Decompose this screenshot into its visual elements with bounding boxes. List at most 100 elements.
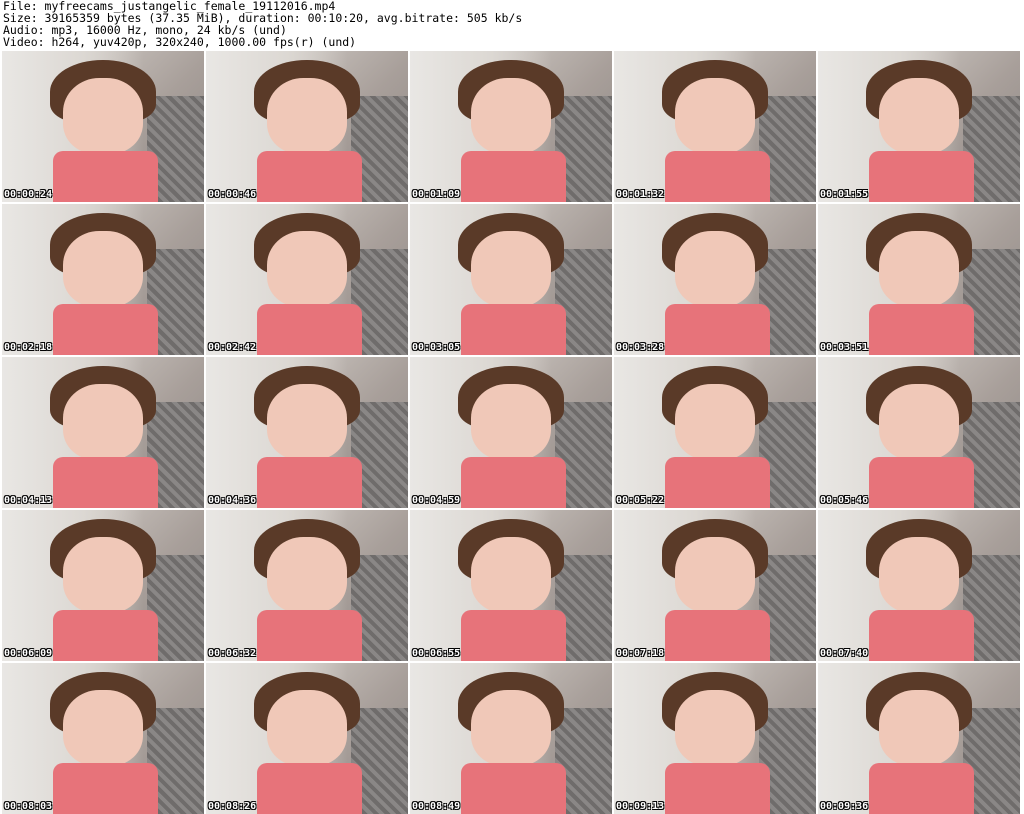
thumbnail-figure-face <box>266 231 348 307</box>
thumbnail-timestamp: 00:03:51 <box>820 342 869 353</box>
thumbnail-figure-face <box>878 78 960 154</box>
video-thumbnail: 00:05:22 <box>614 357 816 508</box>
thumbnail-figure-face <box>62 537 144 613</box>
thumbnail-timestamp: 00:02:18 <box>4 342 53 353</box>
thumbnail-timestamp: 00:01:32 <box>616 189 665 200</box>
thumbnail-figure-face <box>266 384 348 460</box>
thumbnail-figure-face <box>62 78 144 154</box>
thumbnail-figure-top <box>664 762 770 814</box>
thumbnail-figure-face <box>674 78 756 154</box>
thumbnail-figure-top <box>460 303 566 355</box>
thumbnail-figure-face <box>470 690 552 766</box>
thumbnail-figure-top <box>664 150 770 202</box>
video-thumbnail: 00:06:55 <box>410 510 612 661</box>
thumbnail-timestamp: 00:06:55 <box>412 648 461 659</box>
thumbnail-timestamp: 00:02:42 <box>208 342 257 353</box>
video-thumbnail: 00:06:09 <box>2 510 204 661</box>
video-thumbnail: 00:04:13 <box>2 357 204 508</box>
thumbnail-figure-face <box>470 384 552 460</box>
thumbnail-figure-top <box>52 303 158 355</box>
thumbnail-figure-face <box>674 690 756 766</box>
video-thumbnail: 00:03:05 <box>410 204 612 355</box>
thumbnail-figure-face <box>62 384 144 460</box>
video-thumbnail: 00:08:26 <box>206 663 408 814</box>
video-thumbnail: 00:01:09 <box>410 51 612 202</box>
thumbnail-figure-top <box>868 762 974 814</box>
video-info-header: File: myfreecams_justangelic_female_1911… <box>3 0 1021 48</box>
thumbnail-figure-face <box>62 690 144 766</box>
video-thumbnail: 00:00:24 <box>2 51 204 202</box>
thumbnail-figure-face <box>674 537 756 613</box>
thumbnail-figure-top <box>664 303 770 355</box>
thumbnail-timestamp: 00:03:28 <box>616 342 665 353</box>
thumbnail-figure-top <box>460 456 566 508</box>
thumbnail-timestamp: 00:06:09 <box>4 648 53 659</box>
thumbnail-timestamp: 00:00:46 <box>208 189 257 200</box>
thumbnail-timestamp: 00:01:09 <box>412 189 461 200</box>
thumbnail-figure-top <box>52 150 158 202</box>
thumbnail-grid: 00:00:24 00:00:46 00:01:09 00:01:32 00:01:55… <box>2 51 1020 814</box>
video-thumbnail: 00:04:59 <box>410 357 612 508</box>
thumbnail-timestamp: 00:04:36 <box>208 495 257 506</box>
video-info-line: Video: h264, yuv420p, 320x240, 1000.00 f… <box>3 35 357 49</box>
video-thumbnail: 00:06:32 <box>206 510 408 661</box>
thumbnail-figure-top <box>868 303 974 355</box>
thumbnail-figure-top <box>460 762 566 814</box>
thumbnail-figure-face <box>266 690 348 766</box>
thumbnail-timestamp: 00:01:55 <box>820 189 869 200</box>
thumbnail-figure-top <box>460 150 566 202</box>
thumbnail-timestamp: 00:08:03 <box>4 801 53 812</box>
video-thumbnail: 00:03:51 <box>818 204 1020 355</box>
video-thumbnail: 00:02:42 <box>206 204 408 355</box>
thumbnail-figure-top <box>256 456 362 508</box>
thumbnail-figure-top <box>52 456 158 508</box>
video-thumbnail: 00:09:36 <box>818 663 1020 814</box>
thumbnail-timestamp: 00:08:49 <box>412 801 461 812</box>
thumbnail-timestamp: 00:05:22 <box>616 495 665 506</box>
thumbnail-figure-face <box>470 537 552 613</box>
thumbnail-timestamp: 00:07:40 <box>820 648 869 659</box>
video-thumbnail: 00:09:13 <box>614 663 816 814</box>
thumbnail-figure-top <box>256 150 362 202</box>
thumbnail-timestamp: 00:03:05 <box>412 342 461 353</box>
thumbnail-figure-top <box>256 303 362 355</box>
thumbnail-figure-top <box>256 762 362 814</box>
thumbnail-figure-top <box>868 150 974 202</box>
thumbnail-figure-face <box>62 231 144 307</box>
thumbnail-timestamp: 00:09:36 <box>820 801 869 812</box>
video-thumbnail: 00:03:28 <box>614 204 816 355</box>
video-thumbnail: 00:08:49 <box>410 663 612 814</box>
thumbnail-figure-top <box>664 456 770 508</box>
video-thumbnail: 00:01:55 <box>818 51 1020 202</box>
video-thumbnail: 00:07:18 <box>614 510 816 661</box>
thumbnail-figure-face <box>674 231 756 307</box>
thumbnail-timestamp: 00:04:59 <box>412 495 461 506</box>
thumbnail-figure-face <box>878 231 960 307</box>
thumbnail-figure-top <box>664 609 770 661</box>
thumbnail-timestamp: 00:05:46 <box>820 495 869 506</box>
thumbnail-figure-face <box>878 690 960 766</box>
thumbnail-figure-top <box>868 456 974 508</box>
thumbnail-figure-face <box>674 384 756 460</box>
thumbnail-figure-top <box>256 609 362 661</box>
video-thumbnail: 00:01:32 <box>614 51 816 202</box>
thumbnail-figure-top <box>460 609 566 661</box>
thumbnail-timestamp: 00:09:13 <box>616 801 665 812</box>
thumbnail-figure-face <box>266 78 348 154</box>
video-thumbnail: 00:07:40 <box>818 510 1020 661</box>
thumbnail-figure-top <box>868 609 974 661</box>
thumbnail-figure-face <box>878 384 960 460</box>
video-thumbnail: 00:04:36 <box>206 357 408 508</box>
thumbnail-figure-face <box>878 537 960 613</box>
thumbnail-timestamp: 00:04:13 <box>4 495 53 506</box>
video-thumbnail: 00:02:18 <box>2 204 204 355</box>
thumbnail-figure-top <box>52 762 158 814</box>
video-thumbnail: 00:08:03 <box>2 663 204 814</box>
thumbnail-timestamp: 00:00:24 <box>4 189 53 200</box>
thumbnail-timestamp: 00:08:26 <box>208 801 257 812</box>
thumbnail-figure-face <box>470 78 552 154</box>
thumbnail-timestamp: 00:07:18 <box>616 648 665 659</box>
thumbnail-figure-face <box>470 231 552 307</box>
video-thumbnail: 00:05:46 <box>818 357 1020 508</box>
thumbnail-timestamp: 00:06:32 <box>208 648 257 659</box>
